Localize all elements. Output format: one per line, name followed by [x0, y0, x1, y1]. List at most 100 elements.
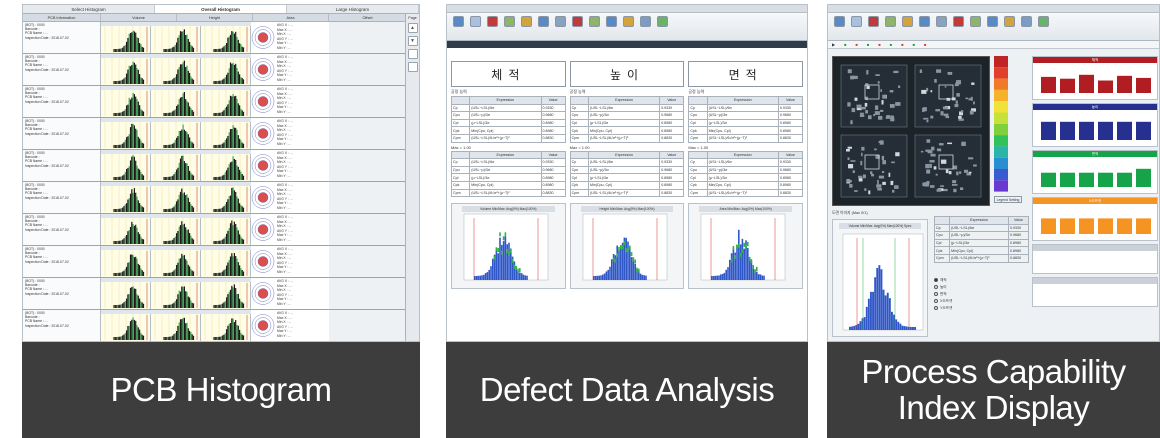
filter-toggle[interactable]: ■ — [924, 42, 926, 47]
page-up-button[interactable]: ▲ — [407, 23, 418, 33]
pcb-unit[interactable] — [840, 134, 908, 198]
capability-card[interactable]: 체적 — [1032, 56, 1158, 100]
ribbon-button[interactable] — [519, 16, 533, 28]
histogram-cell[interactable] — [101, 278, 151, 309]
capability-card[interactable]: 면적 — [1032, 150, 1158, 194]
ribbon-button[interactable] — [468, 16, 482, 28]
offset-cell[interactable]: AVG X : ... Max X : ... Min X : ... AVG Y :… — [251, 54, 329, 85]
ribbon-button[interactable] — [917, 16, 931, 28]
table-row[interactable]: (BOT) : 0000 Barcode : PCB Name : ... Inspe… — [23, 214, 407, 246]
table-row[interactable]: (BOT) : 0000 Barcode : PCB Name : ... Inspe… — [23, 86, 407, 118]
ribbon-button[interactable] — [1019, 16, 1033, 28]
zoom-button[interactable] — [407, 49, 418, 59]
histogram-cell[interactable] — [151, 150, 201, 181]
offset-cell[interactable]: AVG X : ... Max X : ... Min X : ... AVG Y :… — [251, 118, 329, 149]
histogram-cell[interactable] — [101, 310, 151, 341]
histogram-cell[interactable] — [101, 246, 151, 277]
filter-toggle[interactable]: ■ — [844, 42, 846, 47]
offset-cell[interactable]: AVG X : ... Max X : ... Min X : ... AVG Y :… — [251, 182, 329, 213]
ribbon-button[interactable] — [1002, 16, 1016, 28]
radio-icon[interactable] — [934, 299, 938, 304]
ribbon-button[interactable] — [883, 16, 897, 28]
filter-toggle[interactable]: ▶ — [832, 42, 835, 47]
ribbon-button[interactable] — [1036, 16, 1050, 28]
histogram-cell[interactable] — [201, 246, 251, 277]
ribbon-button[interactable] — [553, 16, 567, 28]
capability-card[interactable]: 높이 — [1032, 103, 1158, 147]
histogram-cell[interactable] — [101, 214, 151, 245]
histogram-cell[interactable] — [151, 22, 201, 53]
radio-icon[interactable] — [934, 306, 938, 311]
metric-radio[interactable]: Y오프셋 — [934, 305, 1029, 312]
table-row[interactable]: (BOT) : 0000 Barcode : PCB Name : ... Inspe… — [23, 54, 407, 86]
offset-cell[interactable]: AVG X : ... Max X : ... Min X : ... AVG Y :… — [251, 246, 329, 277]
ribbon-button[interactable] — [485, 16, 499, 28]
table-row[interactable]: (BOT) : 0000 Barcode : PCB Name : ... Inspe… — [23, 182, 407, 214]
histogram-cell[interactable] — [201, 118, 251, 149]
ribbon-button[interactable] — [866, 16, 880, 28]
histogram-cell[interactable] — [101, 54, 151, 85]
ribbon-button[interactable] — [502, 16, 516, 28]
ribbon-button[interactable] — [655, 16, 669, 28]
table-row[interactable]: (BOT) : 0000 Barcode : PCB Name : ... Inspe… — [23, 118, 407, 150]
settings-button[interactable] — [407, 62, 418, 72]
ribbon-button[interactable] — [968, 16, 982, 28]
ribbon-button[interactable] — [451, 16, 465, 28]
metric-radio[interactable]: 체적 — [934, 277, 1029, 284]
filter-toggle[interactable]: ■ — [913, 42, 915, 47]
ribbon-button[interactable] — [900, 16, 914, 28]
radio-icon[interactable] — [934, 292, 938, 297]
histogram-cell[interactable] — [101, 22, 151, 53]
table-row[interactable]: (BOT) : 0000 Barcode : PCB Name : ... Inspe… — [23, 246, 407, 278]
legend-setting-button[interactable]: Legend Setting — [994, 196, 1022, 203]
histogram-cell[interactable] — [101, 118, 151, 149]
offset-cell[interactable]: AVG X : ... Max X : ... Min X : ... AVG Y :… — [251, 310, 329, 341]
histogram-cell[interactable] — [101, 150, 151, 181]
offset-cell[interactable]: AVG X : ... Max X : ... Min X : ... AVG Y :… — [251, 278, 329, 309]
filter-toggle[interactable]: ■ — [890, 42, 892, 47]
tab-select-histogram[interactable]: Select Histogram — [23, 5, 155, 13]
histogram-cell[interactable] — [201, 214, 251, 245]
page-down-button[interactable]: ▼ — [407, 36, 418, 46]
histogram-cell[interactable] — [201, 278, 251, 309]
capability-card[interactable]: X오프셋 — [1032, 197, 1158, 241]
offset-cell[interactable]: AVG X : ... Max X : ... Min X : ... AVG Y :… — [251, 214, 329, 245]
histogram-cell[interactable] — [101, 86, 151, 117]
tab-overall-histogram[interactable]: Overall Histogram — [155, 5, 287, 13]
metric-radio[interactable]: X오프셋 — [934, 298, 1029, 305]
radio-icon[interactable] — [934, 285, 938, 290]
ribbon-button[interactable] — [621, 16, 635, 28]
histogram-cell[interactable] — [101, 182, 151, 213]
ribbon-button[interactable] — [985, 16, 999, 28]
tab-large-histogram[interactable]: Large Histogram — [287, 5, 419, 13]
table-row[interactable]: (BOT) : 0000 Barcode : PCB Name : ... Inspe… — [23, 150, 407, 182]
offset-cell[interactable]: AVG X : ... Max X : ... Min X : ... AVG Y :… — [251, 22, 329, 53]
histogram-cell[interactable] — [201, 150, 251, 181]
ribbon-button[interactable] — [951, 16, 965, 28]
pcb-unit[interactable] — [914, 64, 982, 128]
histogram-cell[interactable] — [201, 182, 251, 213]
metric-radio[interactable]: 높이 — [934, 284, 1029, 291]
histogram-cell[interactable] — [151, 278, 201, 309]
histogram-cell[interactable] — [151, 214, 201, 245]
ribbon-button[interactable] — [587, 16, 601, 28]
histogram-cell[interactable] — [151, 86, 201, 117]
offset-cell[interactable]: AVG X : ... Max X : ... Min X : ... AVG Y :… — [251, 150, 329, 181]
filter-toggle[interactable]: ■ — [878, 42, 880, 47]
histogram-cell[interactable] — [201, 310, 251, 341]
pcb-unit[interactable] — [914, 134, 982, 198]
ribbon-button[interactable] — [849, 16, 863, 28]
histogram-cell[interactable] — [151, 182, 201, 213]
radio-icon[interactable] — [934, 278, 938, 283]
ribbon-button[interactable] — [536, 16, 550, 28]
metric-radio[interactable]: 면적 — [934, 291, 1029, 298]
histogram-cell[interactable] — [151, 54, 201, 85]
histogram-cell[interactable] — [151, 246, 201, 277]
ribbon-button[interactable] — [934, 16, 948, 28]
histogram-cell[interactable] — [201, 22, 251, 53]
pcb-board-view[interactable] — [832, 56, 990, 206]
offset-cell[interactable]: AVG X : ... Max X : ... Min X : ... AVG Y :… — [251, 86, 329, 117]
table-row[interactable]: (BOT) : 0000 Barcode : PCB Name : ... Inspe… — [23, 310, 407, 341]
ribbon-button[interactable] — [638, 16, 652, 28]
ribbon-button[interactable] — [570, 16, 584, 28]
